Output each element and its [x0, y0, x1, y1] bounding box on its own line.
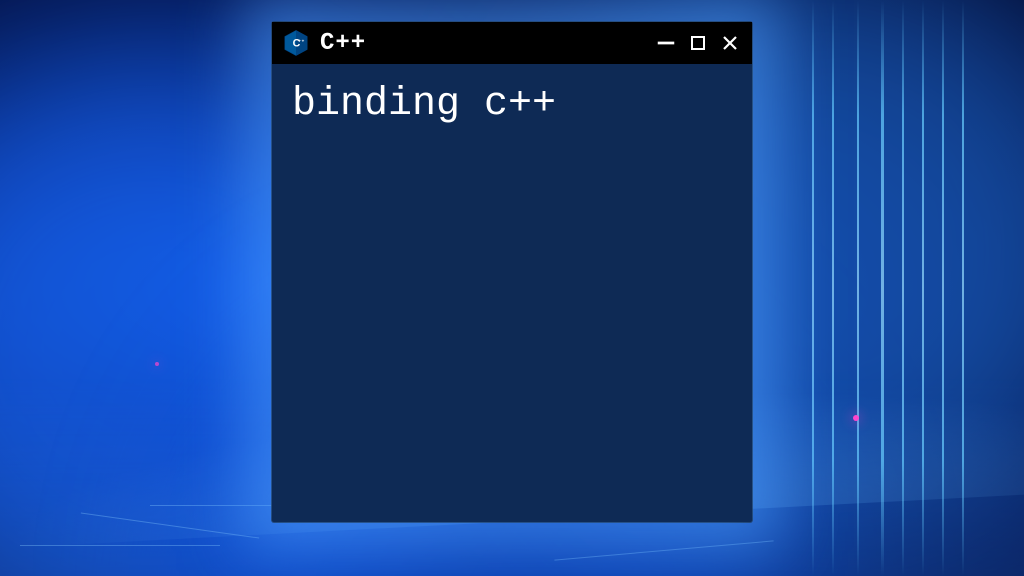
terminal-content[interactable]: binding c++ — [272, 64, 752, 145]
window-controls — [654, 31, 742, 55]
maximize-button[interactable] — [686, 31, 710, 55]
window-titlebar[interactable]: C + + C++ — [272, 22, 752, 64]
svg-text:+: + — [298, 38, 301, 43]
minimize-button[interactable] — [654, 31, 678, 55]
svg-text:+: + — [302, 38, 305, 43]
terminal-window: C + + C++ binding c++ — [272, 22, 752, 522]
terminal-text: binding c++ — [292, 82, 732, 127]
window-title: C++ — [320, 30, 644, 57]
close-button[interactable] — [718, 31, 742, 55]
cpp-icon: C + + — [282, 29, 310, 57]
